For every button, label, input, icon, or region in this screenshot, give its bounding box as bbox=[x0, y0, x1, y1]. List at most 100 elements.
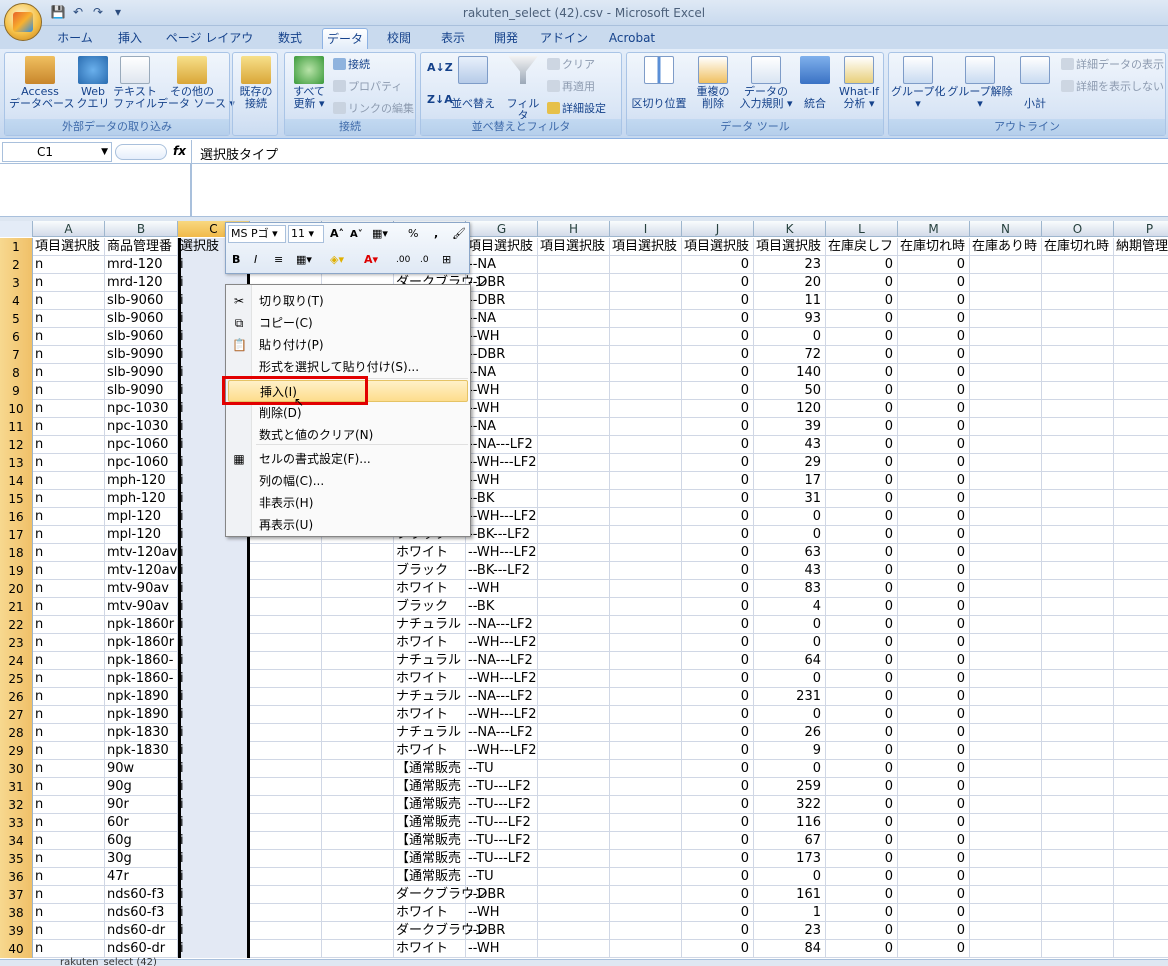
cell-M[interactable]: 0 bbox=[898, 310, 970, 328]
cell-N[interactable] bbox=[970, 508, 1042, 526]
cell-N[interactable] bbox=[970, 562, 1042, 580]
row-header[interactable]: 37 bbox=[0, 886, 33, 904]
cell-J[interactable]: 0 bbox=[682, 580, 754, 598]
cell-L[interactable]: 0 bbox=[826, 760, 898, 778]
cell-C[interactable]: i bbox=[178, 688, 250, 706]
cell-E[interactable] bbox=[322, 580, 394, 598]
tab-1[interactable]: 挿入 bbox=[112, 28, 148, 49]
cell-B[interactable]: mtv-120av bbox=[105, 562, 178, 580]
cell-O[interactable] bbox=[1042, 364, 1114, 382]
cell-C[interactable]: i bbox=[178, 760, 250, 778]
cell-N[interactable] bbox=[970, 886, 1042, 904]
cell-O[interactable] bbox=[1042, 670, 1114, 688]
cell-O[interactable] bbox=[1042, 796, 1114, 814]
cell-J[interactable]: 0 bbox=[682, 670, 754, 688]
cell-B[interactable]: slb-9090 bbox=[105, 364, 178, 382]
cell-M[interactable]: 0 bbox=[898, 292, 970, 310]
cell-D[interactable] bbox=[250, 616, 322, 634]
row-header[interactable]: 15 bbox=[0, 490, 33, 508]
cell-N[interactable] bbox=[970, 436, 1042, 454]
cell-A[interactable]: n bbox=[33, 346, 105, 364]
cell-O[interactable] bbox=[1042, 562, 1114, 580]
row-header[interactable]: 17 bbox=[0, 526, 33, 544]
cell-I[interactable] bbox=[610, 508, 682, 526]
cell-M[interactable]: 0 bbox=[898, 904, 970, 922]
cell-P[interactable] bbox=[1114, 634, 1168, 652]
cell-L[interactable]: 0 bbox=[826, 328, 898, 346]
cell-B[interactable]: 90g bbox=[105, 778, 178, 796]
cell-O[interactable] bbox=[1042, 850, 1114, 868]
cell-J[interactable]: 0 bbox=[682, 904, 754, 922]
cell-I[interactable] bbox=[610, 706, 682, 724]
cell-N[interactable] bbox=[970, 382, 1042, 400]
cell-E[interactable] bbox=[322, 688, 394, 706]
cell-L[interactable]: 0 bbox=[826, 310, 898, 328]
row-header[interactable]: 23 bbox=[0, 634, 33, 652]
cell-K[interactable]: 0 bbox=[754, 706, 826, 724]
cell-N[interactable] bbox=[970, 490, 1042, 508]
cell-L[interactable]: 0 bbox=[826, 616, 898, 634]
cell-I[interactable] bbox=[610, 310, 682, 328]
cell-H[interactable] bbox=[538, 850, 610, 868]
cell-A[interactable]: n bbox=[33, 778, 105, 796]
cell-C[interactable]: i bbox=[178, 670, 250, 688]
cell-I[interactable] bbox=[610, 328, 682, 346]
cell-G[interactable]: --WH bbox=[466, 400, 538, 418]
cell-O[interactable] bbox=[1042, 418, 1114, 436]
cell-K[interactable]: 259 bbox=[754, 778, 826, 796]
cell-A[interactable]: n bbox=[33, 292, 105, 310]
data-validation-button[interactable]: データの 入力規則 ▾ bbox=[735, 56, 797, 110]
row-header[interactable]: 8 bbox=[0, 364, 33, 382]
percent-icon[interactable]: % bbox=[408, 226, 418, 242]
cell-E[interactable] bbox=[322, 742, 394, 760]
cell-P[interactable] bbox=[1114, 832, 1168, 850]
cell-I[interactable] bbox=[610, 256, 682, 274]
cell-A[interactable]: n bbox=[33, 688, 105, 706]
cell-N[interactable] bbox=[970, 364, 1042, 382]
cell-K[interactable]: 72 bbox=[754, 346, 826, 364]
cell-L[interactable]: 0 bbox=[826, 490, 898, 508]
cell-J[interactable]: 0 bbox=[682, 508, 754, 526]
properties-button[interactable]: プロパティ bbox=[333, 80, 402, 94]
cell-D[interactable] bbox=[250, 724, 322, 742]
cell-F[interactable]: ホワイト bbox=[394, 904, 466, 922]
cell-G[interactable]: --WH bbox=[466, 382, 538, 400]
cell-B[interactable]: npk-1890 bbox=[105, 706, 178, 724]
cell-K[interactable]: 0 bbox=[754, 328, 826, 346]
menu-item-paste-special[interactable]: 形式を選択して貼り付け(S)... bbox=[228, 356, 468, 378]
cell-J[interactable]: 0 bbox=[682, 256, 754, 274]
cell-N[interactable] bbox=[970, 814, 1042, 832]
cell-F[interactable]: ナチュラル bbox=[394, 688, 466, 706]
cell-E[interactable] bbox=[322, 562, 394, 580]
cell-G[interactable]: --TU bbox=[466, 868, 538, 886]
cell-O[interactable] bbox=[1042, 346, 1114, 364]
cell-M[interactable]: 0 bbox=[898, 436, 970, 454]
cell-A[interactable]: n bbox=[33, 652, 105, 670]
cell-F[interactable]: ダークブラウン bbox=[394, 886, 487, 904]
row-header[interactable]: 21 bbox=[0, 598, 33, 616]
column-header-H[interactable]: H bbox=[538, 221, 610, 237]
text-to-columns-button[interactable]: 区切り位置 bbox=[629, 56, 689, 110]
cell-N[interactable] bbox=[970, 670, 1042, 688]
cell-F[interactable]: ホワイト bbox=[394, 742, 466, 760]
cell-I[interactable]: 項目選択肢 bbox=[610, 238, 682, 256]
cell-O[interactable] bbox=[1042, 832, 1114, 850]
cell-H[interactable]: 項目選択肢 bbox=[538, 238, 610, 256]
cell-G[interactable]: --TU---LF2 bbox=[466, 850, 538, 868]
cell-E[interactable] bbox=[322, 616, 394, 634]
column-header-A[interactable]: A bbox=[33, 221, 105, 237]
cell-L[interactable]: 0 bbox=[826, 724, 898, 742]
cell-H[interactable] bbox=[538, 364, 610, 382]
cell-N[interactable] bbox=[970, 616, 1042, 634]
cell-C[interactable]: i bbox=[178, 796, 250, 814]
cell-J[interactable]: 0 bbox=[682, 688, 754, 706]
cell-C[interactable]: i bbox=[178, 634, 250, 652]
cell-P[interactable] bbox=[1114, 472, 1168, 490]
tab-6[interactable]: 表示 bbox=[434, 28, 472, 49]
cell-B[interactable]: slb-9060 bbox=[105, 328, 178, 346]
cell-L[interactable]: 0 bbox=[826, 796, 898, 814]
cell-G[interactable]: --NA---LF2 bbox=[466, 688, 538, 706]
row-header[interactable]: 36 bbox=[0, 868, 33, 886]
reapply-button[interactable]: 再適用 bbox=[547, 80, 595, 94]
cell-M[interactable]: 0 bbox=[898, 418, 970, 436]
